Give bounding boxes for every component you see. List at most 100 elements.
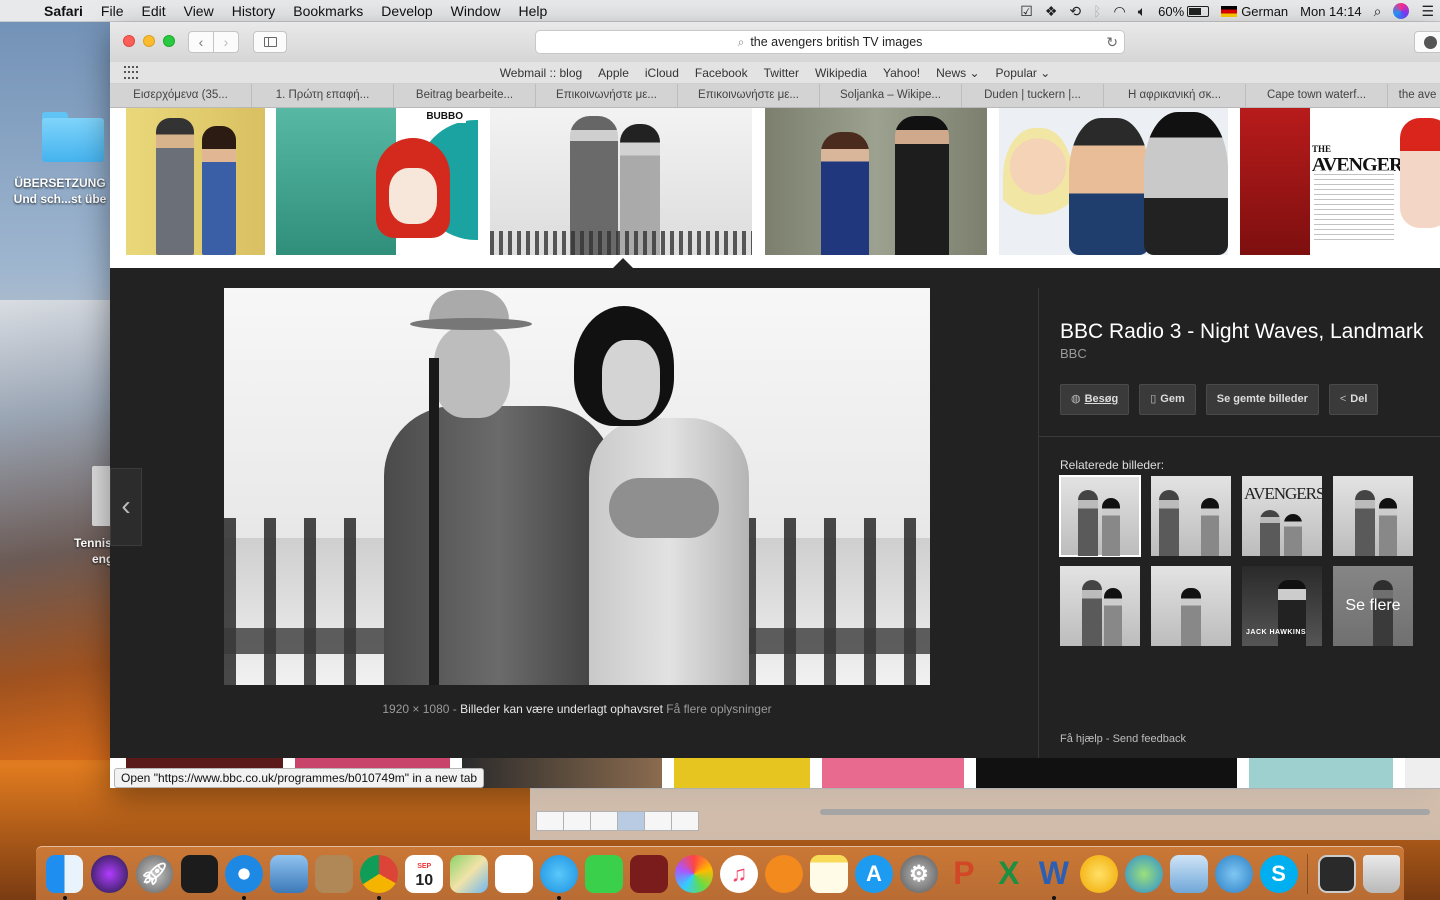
menu-clock[interactable]: Mon 14:14 [1300,4,1361,19]
back-button[interactable]: ‹ [188,31,214,53]
image-result-thumbnail[interactable]: THE AVENGERS [1240,108,1440,255]
menu-edit[interactable]: Edit [132,3,174,19]
list-view-button[interactable] [563,811,591,831]
network-icon[interactable] [1124,854,1163,893]
calendar-icon[interactable]: SEP 10 [405,854,444,893]
contacts-icon[interactable] [315,854,354,893]
action-button[interactable] [671,811,699,831]
chrome-icon[interactable] [360,854,399,900]
forward-button[interactable]: › [213,31,239,53]
preview-image[interactable] [224,288,930,685]
utility-icon[interactable] [1169,854,1208,893]
favorite-apple[interactable]: Apple [598,66,629,80]
bluetooth-icon[interactable]: ᛒ [1093,3,1101,19]
image-title[interactable]: BBC Radio 3 - Night Waves, Landmark [1060,320,1423,344]
notification-center-icon[interactable]: ☰ [1421,3,1434,20]
excel-icon[interactable]: X [990,855,1028,893]
notes-icon[interactable] [810,854,848,893]
maps-icon[interactable] [450,854,489,893]
visit-button[interactable]: ◍ Besøg [1060,384,1130,415]
preview-icon[interactable] [270,854,309,893]
checkmark-status-icon[interactable]: ☑ [1020,3,1033,20]
previous-image-button[interactable]: ‹ [110,468,142,546]
input-source[interactable]: German [1221,4,1288,19]
related-image[interactable] [1333,476,1413,556]
menu-file[interactable]: File [92,3,133,19]
related-image[interactable]: JACK HAWKINS [1242,566,1322,646]
more-info-link[interactable]: Få flere oplysninger [666,702,771,716]
fullscreen-window-button[interactable] [163,35,175,47]
related-image[interactable] [1059,475,1141,557]
related-image[interactable] [1060,566,1140,646]
gallery-view-button[interactable] [617,811,645,831]
image-result-thumbnail[interactable] [674,758,810,788]
slack-icon[interactable] [1079,854,1118,893]
image-result-thumbnail[interactable] [126,108,265,255]
tab[interactable]: 1. Πρώτη επαφή... [252,84,394,107]
tab[interactable]: Beitrag bearbeite... [394,84,536,107]
menu-view[interactable]: View [175,3,223,19]
itunes-icon[interactable]: ♫ [720,854,758,893]
image-result-thumbnail[interactable] [1405,758,1440,788]
facetime-icon[interactable] [585,854,623,893]
favorite-facebook[interactable]: Facebook [695,66,748,80]
spotlight-search-icon[interactable]: ⌕ [1374,3,1382,20]
messages-icon[interactable] [540,854,579,900]
wifi-icon[interactable]: ◠ [1114,3,1126,20]
menu-window[interactable]: Window [442,3,510,19]
favorite-icloud[interactable]: iCloud [645,66,679,80]
send-feedback-link[interactable]: Send feedback [1113,733,1186,745]
reload-icon[interactable]: ↻ [1106,34,1118,51]
address-bar[interactable]: ⌕ the avengers british TV images ↻ [535,30,1125,54]
favorite-webmail[interactable]: Webmail :: blog [500,66,582,80]
photo-icon[interactable] [630,854,668,893]
desktop-file-icon[interactable] [92,466,112,526]
save-button[interactable]: ▯ Gem [1139,384,1196,415]
menu-help[interactable]: Help [509,3,556,19]
system-preferences-icon[interactable]: ⚙ [900,854,938,893]
image-result-thumbnail[interactable] [976,758,1237,788]
finder-scrollbar[interactable] [820,809,1430,815]
tab[interactable]: Επικοινωνήστε με... [678,84,820,107]
tab[interactable]: Η αφρικανική σκ... [1104,84,1246,107]
image-result-thumbnail[interactable] [765,108,987,255]
column-view-button[interactable] [590,811,618,831]
launchpad-icon[interactable]: 🚀︎ [135,854,174,893]
battery-status[interactable]: 60% [1158,4,1210,19]
favorite-twitter[interactable]: Twitter [764,66,799,80]
photos-icon[interactable] [675,854,713,893]
tab[interactable]: Duden | tuckern |... [962,84,1104,107]
tab[interactable]: Cape town waterf... [1246,84,1388,107]
see-more-related-button[interactable]: Se flere [1333,566,1413,646]
downloads-button[interactable] [1414,31,1440,53]
image-result-thumbnail[interactable]: BUBBO [276,108,478,255]
word-icon[interactable]: W [1035,855,1073,900]
desktop-folder-icon[interactable] [42,112,104,162]
related-image[interactable]: AVENGERS [1242,476,1322,556]
favorite-news-folder[interactable]: News ⌄ [936,66,979,80]
image-result-thumbnail[interactable] [462,758,662,788]
image-result-thumbnail[interactable] [822,758,964,788]
menu-bookmarks[interactable]: Bookmarks [284,3,372,19]
view-saved-button[interactable]: Se gemte billeder [1205,384,1319,415]
tab[interactable]: Επικοινωνήστε με... [536,84,678,107]
reminders-icon[interactable] [495,854,534,893]
tab[interactable]: Soljanka – Wikipe... [820,84,962,107]
menu-app-name[interactable]: Safari [44,3,92,19]
image-result-thumbnail-selected[interactable] [490,108,752,255]
tab[interactable]: Εισερχόμενα (35... [110,84,252,107]
favorite-popular-folder[interactable]: Popular ⌄ [996,66,1051,80]
close-window-button[interactable] [123,35,135,47]
app-store-icon[interactable]: A [855,854,893,893]
dropbox-icon[interactable]: ❖ [1045,3,1058,20]
safari-icon[interactable] [225,854,264,900]
image-result-thumbnail[interactable] [1249,758,1393,788]
volume-icon[interactable]: 🔈︎ [1138,3,1146,20]
menu-develop[interactable]: Develop [372,3,441,19]
help-link[interactable]: Få hjælp [1060,733,1103,745]
siri-icon[interactable] [90,854,129,893]
time-machine-icon[interactable]: ⟲ [1069,3,1081,20]
related-image[interactable] [1151,476,1231,556]
finder-icon[interactable] [45,854,84,900]
siri-menu-icon[interactable] [1393,3,1410,19]
